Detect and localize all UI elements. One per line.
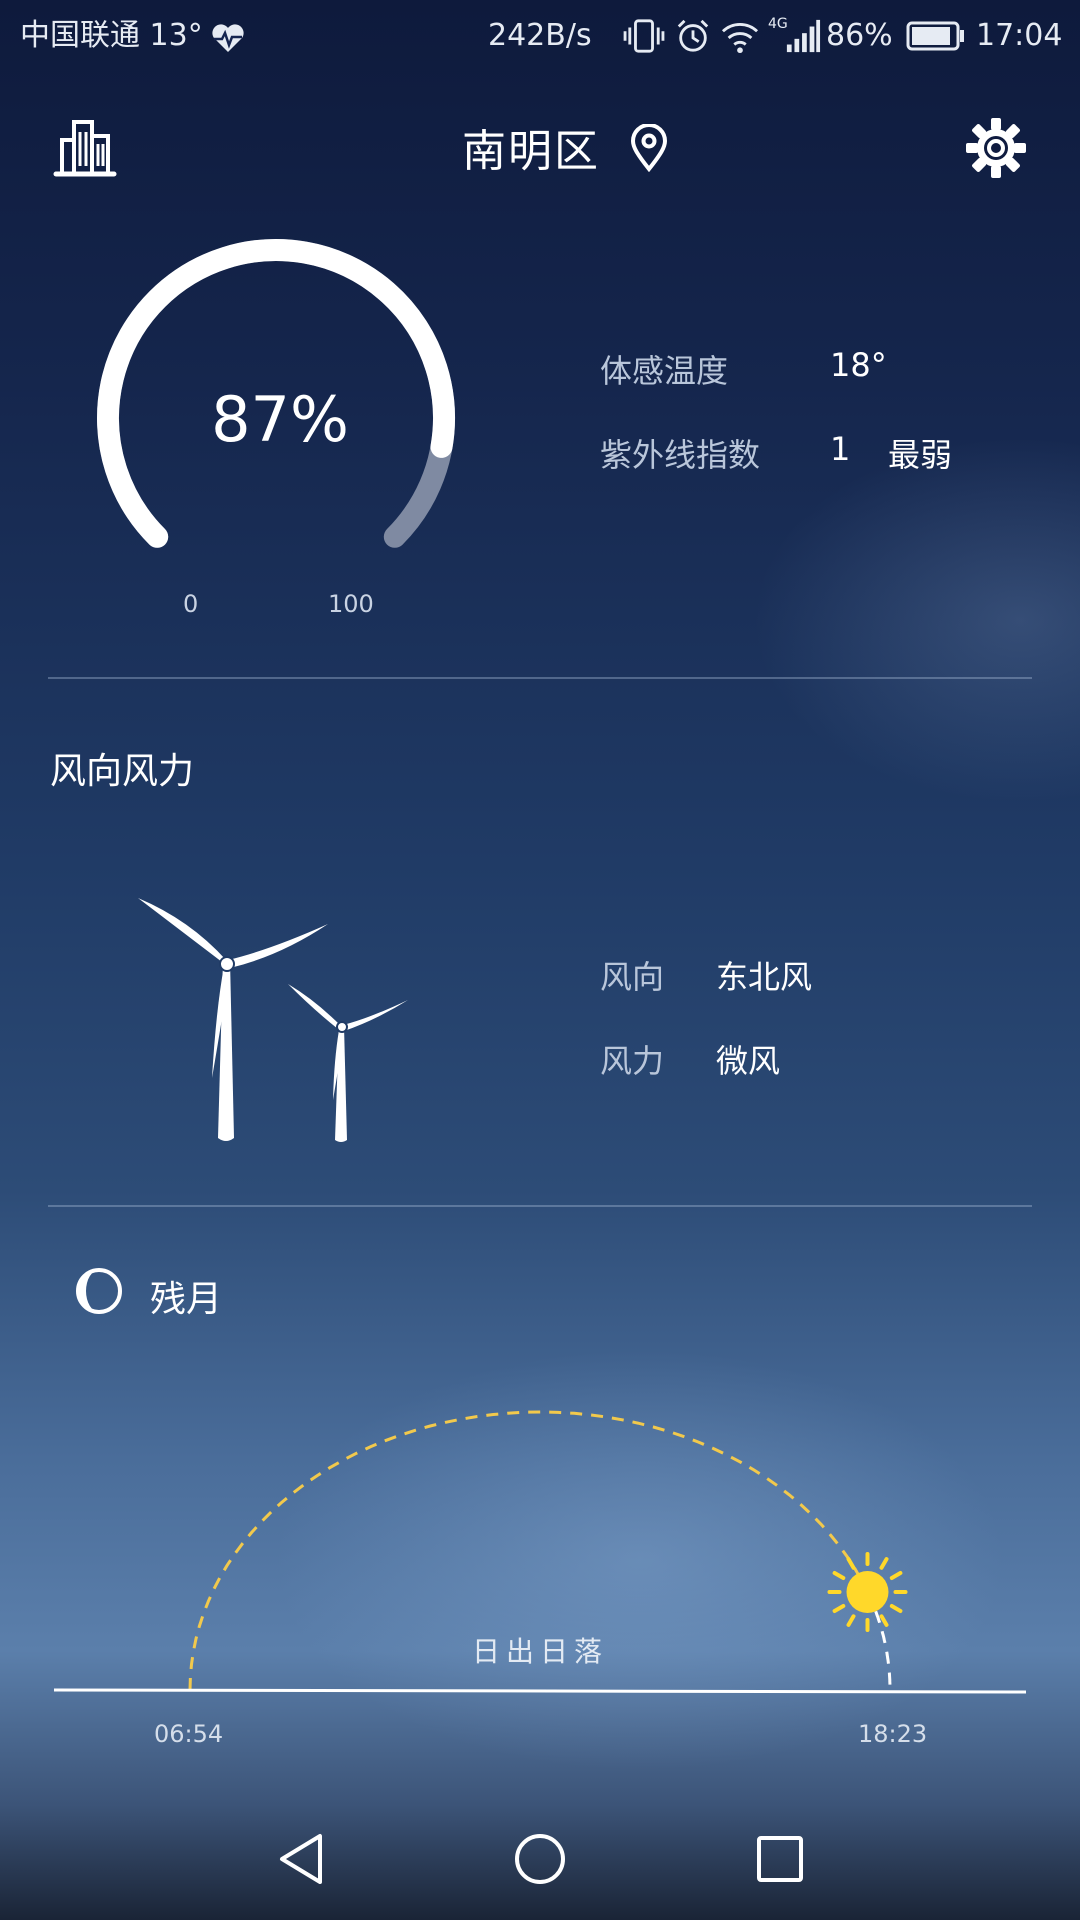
wind-force-value: 微风: [716, 1042, 781, 1080]
divider: [48, 677, 1032, 679]
network-speed: 242B/s: [488, 18, 592, 53]
cell-signal-icon: [786, 19, 821, 53]
sun-ray: [846, 1557, 856, 1570]
location-title[interactable]: 南明区: [462, 124, 600, 180]
sun-ray: [889, 1604, 903, 1613]
home-circle-icon[interactable]: [512, 1830, 568, 1888]
health-heart-icon: [212, 24, 244, 52]
moon-phase-icon: [76, 1268, 122, 1314]
uv-level: 最弱: [888, 436, 953, 474]
city-buildings-icon[interactable]: [52, 118, 118, 178]
battery-percent: 86%: [826, 18, 893, 53]
sun-ray: [879, 1557, 889, 1570]
sun-ray: [879, 1614, 889, 1627]
sun-ray: [832, 1604, 846, 1613]
carrier-label: 中国联通 13°: [20, 18, 203, 53]
horizon-line: [53, 1688, 1027, 1694]
moon-phase-label: 残月: [150, 1279, 223, 1320]
humidity-value: 87%: [211, 383, 349, 456]
sunrise-time: 06:54: [154, 1720, 224, 1748]
sunset-time: 18:23: [858, 1720, 928, 1748]
recents-square-icon[interactable]: [752, 1830, 808, 1888]
uv-value: 1: [830, 430, 851, 468]
sun-ray: [889, 1571, 903, 1580]
sun-icon: [827, 1552, 908, 1632]
gauge-max-label: 100: [328, 590, 374, 618]
wind-force-label: 风力: [600, 1042, 665, 1080]
divider: [48, 1205, 1032, 1207]
wind-section-title: 风向风力: [50, 751, 195, 792]
wind-direction-label: 风向: [600, 958, 665, 996]
wifi-icon: [721, 22, 759, 54]
location-pin-icon[interactable]: [628, 124, 670, 172]
back-triangle-icon[interactable]: [274, 1830, 330, 1888]
wind-direction-value: 东北风: [716, 958, 813, 996]
gear-icon[interactable]: [964, 116, 1028, 180]
sunrise-sunset-label: 日出日落: [471, 1635, 608, 1668]
clock-time: 17:04: [976, 18, 1063, 53]
feels-like-value: 18°: [830, 346, 887, 384]
wind-turbine-icon: [138, 898, 408, 1142]
sun-disc: [846, 1571, 889, 1613]
sun-ray: [846, 1614, 856, 1627]
vibrate-icon: [623, 19, 665, 53]
navigation-bar: [0, 1800, 1080, 1920]
alarm-icon: [677, 19, 709, 52]
status-bar: 中国联通 13° 242B/s 4G 86% 17:04: [0, 0, 1080, 76]
sun-ray: [832, 1571, 846, 1580]
feels-like-label: 体感温度: [600, 352, 729, 390]
uv-label: 紫外线指数: [600, 436, 761, 474]
gauge-min-label: 0: [183, 590, 199, 618]
battery-icon: [906, 21, 964, 51]
